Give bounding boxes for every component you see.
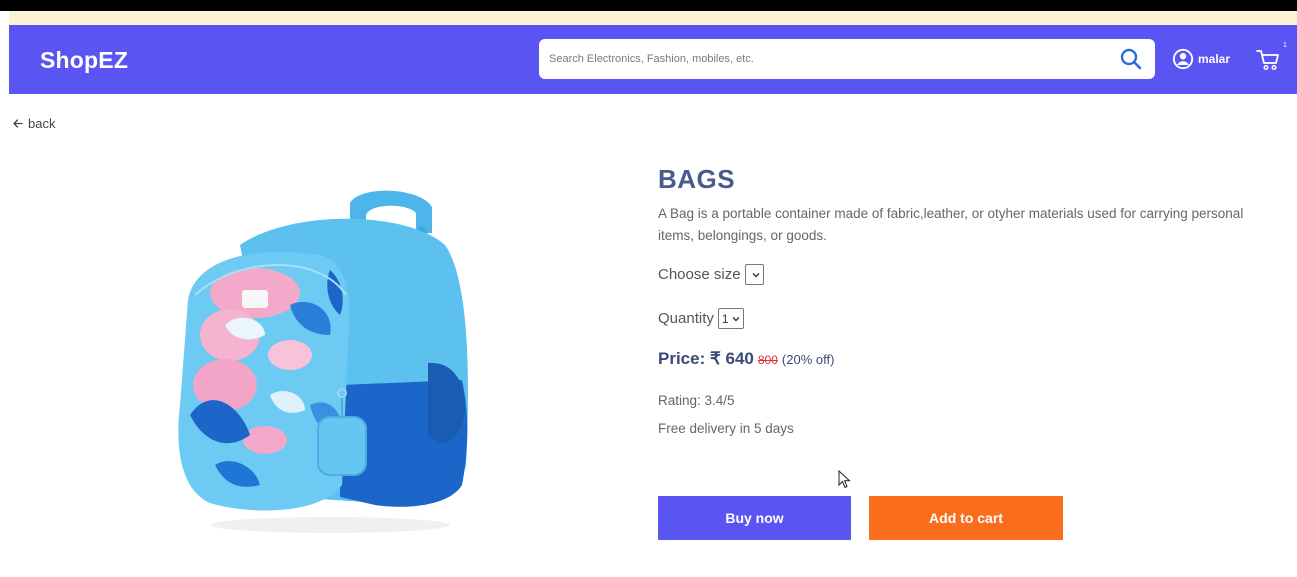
quantity-selector-row: Quantity 1 (658, 308, 744, 329)
price-value: Price: ₹ 640 (658, 349, 754, 368)
left-margin (0, 11, 9, 577)
choose-size-label: Choose size (658, 266, 741, 283)
chevron-down-icon (752, 272, 760, 277)
product-image-backpack (178, 190, 468, 533)
browser-strip (9, 11, 1297, 25)
navbar: ShopEZ malar 1 (9, 25, 1297, 94)
quantity-label: Quantity (658, 310, 714, 327)
chevron-down-icon (732, 316, 740, 321)
original-price: 800 (757, 353, 778, 367)
buy-now-button[interactable]: Buy now (658, 496, 851, 540)
search-icon[interactable] (1119, 47, 1143, 71)
add-to-cart-button[interactable]: Add to cart (869, 496, 1063, 540)
search-input[interactable] (549, 50, 1109, 68)
cart-count-badge: 1 (1283, 42, 1287, 49)
quantity-select[interactable]: 1 (717, 308, 744, 329)
price-row: Price: ₹ 640 800 (20% off) (658, 349, 834, 369)
username-label: malar (1198, 52, 1231, 66)
discount-label: (20% off) (781, 352, 835, 367)
product-description: A Bag is a portable container made of fa… (658, 206, 1244, 243)
search-bar (539, 39, 1155, 79)
arrow-left-icon (13, 119, 23, 128)
screen-top-border (0, 0, 1297, 11)
back-label: back (28, 116, 56, 131)
quantity-select-value: 1 (721, 311, 729, 326)
product-title: BAGS (658, 164, 736, 194)
rating-text: Rating: 3.4/5 (658, 393, 735, 408)
delivery-info: Free delivery in 5 days (658, 421, 794, 436)
brand-logo[interactable]: ShopEZ (40, 47, 128, 74)
user-menu[interactable]: malar (1172, 48, 1230, 70)
user-circle-icon (1172, 48, 1194, 70)
cart-icon[interactable] (1256, 49, 1280, 71)
back-link[interactable]: back (13, 116, 55, 131)
size-select[interactable] (744, 264, 764, 285)
size-selector-row: Choose size (658, 264, 764, 285)
mouse-cursor-icon (838, 470, 851, 489)
